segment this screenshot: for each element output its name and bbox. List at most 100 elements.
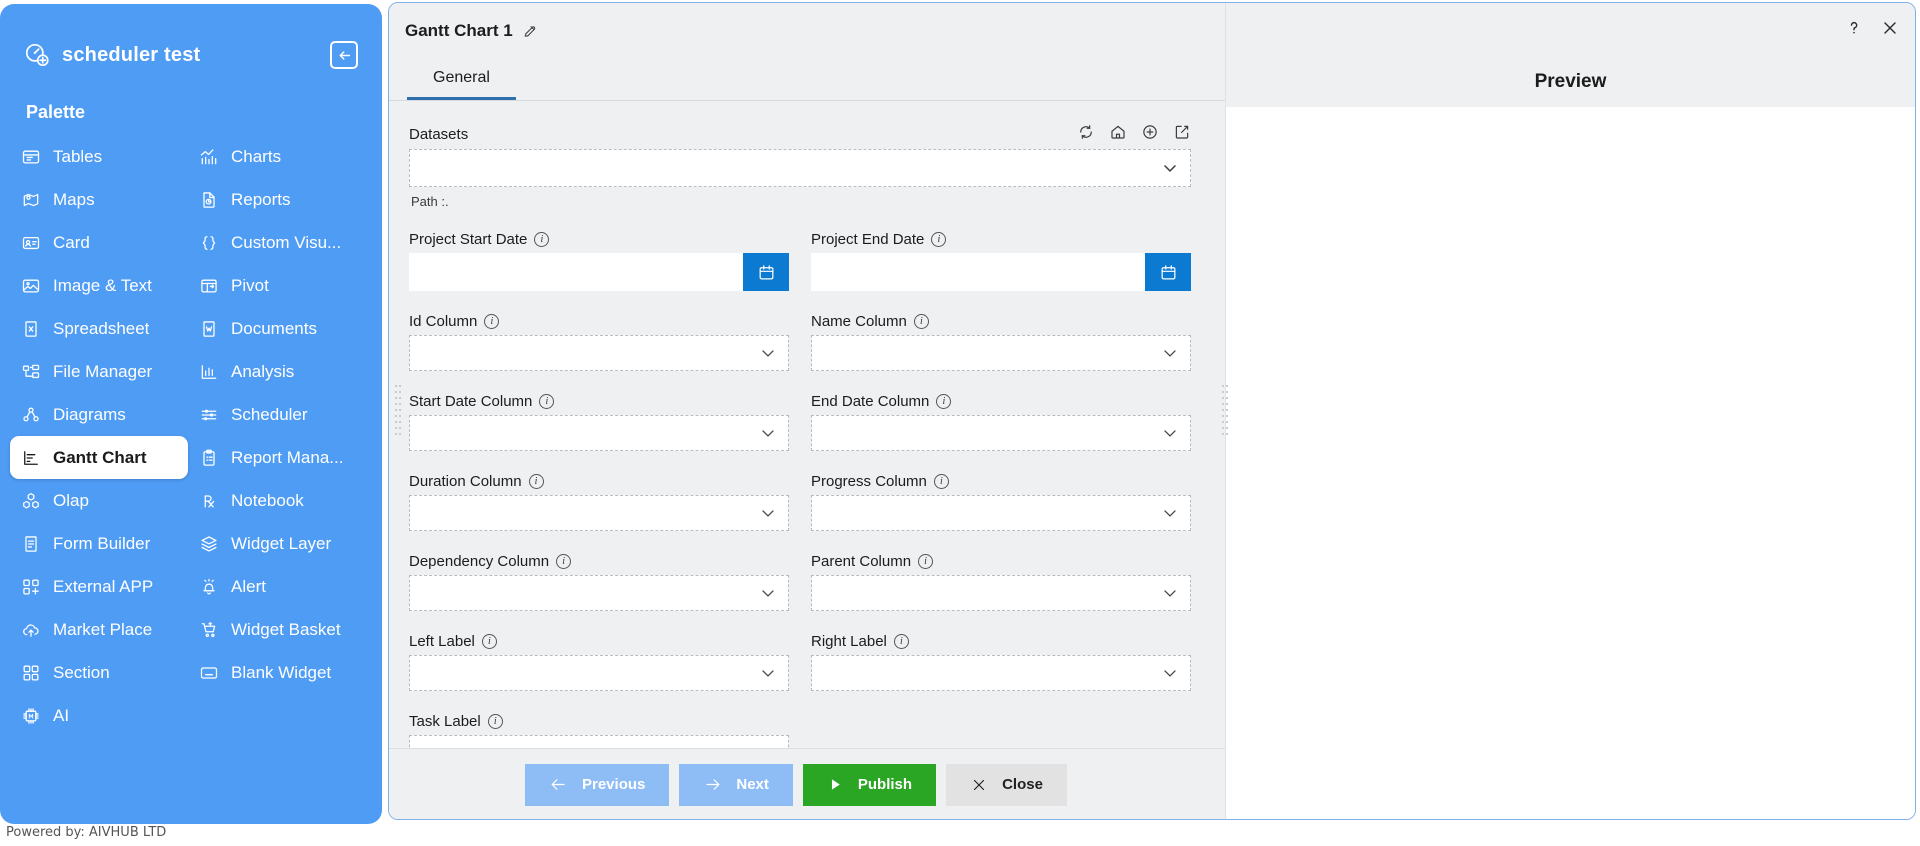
info-icon[interactable]: i [893, 634, 909, 649]
sidebar-item-diagrams[interactable]: Diagrams [10, 393, 188, 436]
end-date-column-select[interactable] [811, 415, 1191, 451]
sidebar-item-form-builder[interactable]: Form Builder [10, 522, 188, 565]
pencil-edit-icon[interactable] [522, 23, 538, 39]
sidebar-item-card[interactable]: Card [10, 221, 188, 264]
cart-icon [198, 619, 220, 641]
sidebar-item-section[interactable]: Section [10, 651, 188, 694]
sidebar-item-charts[interactable]: Charts [188, 135, 372, 178]
sidebar-item-documents[interactable]: Documents [188, 307, 372, 350]
preview-splitter-handle[interactable] [1220, 3, 1229, 819]
sidebar-item-reports[interactable]: Reports [188, 178, 372, 221]
sidebar-item-external-app[interactable]: External APP [10, 565, 188, 608]
sidebar-item-market-place[interactable]: Market Place [10, 608, 188, 651]
sidebar-item-blank-widget[interactable]: Blank Widget [188, 651, 372, 694]
start-date-column-select[interactable] [409, 415, 789, 451]
project-start-date-input[interactable] [409, 253, 743, 291]
grid-squares-icon [20, 662, 42, 684]
sidebar-item-pivot[interactable]: Pivot [188, 264, 372, 307]
close-button-label: Close [1002, 776, 1043, 794]
preview-canvas[interactable] [1226, 107, 1915, 819]
form-scroll-area: Datasets Path:. Project Start Date i Pr… [389, 101, 1227, 748]
sidebar-item-olap[interactable]: Olap [10, 479, 188, 522]
sidebar-item-label: Charts [231, 146, 282, 166]
sidebar-item-maps[interactable]: Maps [10, 178, 188, 221]
info-icon[interactable]: i [913, 314, 929, 329]
sidebar-item-report-mana[interactable]: Report Mana... [188, 436, 372, 479]
publish-button[interactable]: Publish [802, 763, 937, 806]
sidebar-item-file-manager[interactable]: File Manager [10, 350, 188, 393]
info-icon[interactable]: i [936, 394, 952, 409]
sidebar-item-tables[interactable]: Tables [10, 135, 188, 178]
previous-button[interactable]: Previous [525, 763, 670, 806]
app-title: scheduler test [62, 43, 201, 66]
edit-square-icon[interactable] [1173, 123, 1191, 141]
id-column-label: Id Column i [409, 313, 789, 330]
duration-column-select[interactable] [409, 495, 789, 531]
info-icon[interactable]: i [556, 554, 572, 569]
info-icon[interactable]: i [539, 394, 555, 409]
info-icon[interactable]: i [534, 232, 550, 247]
home-icon[interactable] [1109, 123, 1127, 141]
datasets-select[interactable] [409, 149, 1191, 187]
cubes-icon [20, 490, 42, 512]
task-label-select[interactable] [409, 735, 789, 748]
sidebar-item-notebook[interactable]: Notebook [188, 479, 372, 522]
field-name-column: Name Column i [811, 313, 1191, 371]
field-right-label: Right Label i [811, 633, 1191, 691]
chevron-down-icon [758, 743, 780, 748]
id-card-icon [20, 232, 42, 254]
progress-column-select[interactable] [811, 495, 1191, 531]
sidebar-item-label: AI [53, 705, 70, 725]
info-icon[interactable]: i [931, 232, 947, 247]
sidebar-item-image-text[interactable]: Image & Text [10, 264, 188, 307]
sidebar-item-widget-basket[interactable]: Widget Basket [188, 608, 372, 651]
left-splitter-handle[interactable] [393, 3, 402, 819]
chevron-down-icon [1160, 343, 1182, 363]
project-end-date-input[interactable] [811, 253, 1145, 291]
sidebar-item-scheduler[interactable]: Scheduler [188, 393, 372, 436]
calendar-icon[interactable] [743, 253, 789, 291]
dependency-column-select[interactable] [409, 575, 789, 611]
chevron-down-icon [1160, 583, 1182, 603]
parent-column-label: Parent Column i [811, 553, 1191, 570]
left-label-label-text: Left Label [409, 633, 475, 650]
app-root: scheduler test Palette Tables Charts Maps R… [0, 0, 1920, 846]
plus-circle-icon[interactable] [1141, 123, 1159, 141]
sidebar-item-label: Image & Text [53, 275, 152, 295]
dialog-tabs: General [389, 51, 1227, 101]
close-x-icon[interactable] [1879, 17, 1901, 39]
right-label-select[interactable] [811, 655, 1191, 691]
sidebar-item-gantt-chart[interactable]: Gantt Chart [10, 436, 188, 479]
sidebar-item-ai[interactable]: AI [10, 694, 372, 737]
field-row: Project Start Date i Project End Date i [409, 231, 1191, 291]
info-icon[interactable]: i [918, 554, 934, 569]
sidebar-item-alert[interactable]: Alert [188, 565, 372, 608]
close-button[interactable]: Close [946, 763, 1067, 806]
sidebar-item-label: Analysis [231, 361, 295, 381]
info-icon[interactable]: i [484, 314, 500, 329]
sidebar-item-analysis[interactable]: Analysis [188, 350, 372, 393]
question-mark-icon[interactable] [1843, 17, 1865, 39]
refresh-icon[interactable] [1077, 123, 1095, 141]
parent-column-select[interactable] [811, 575, 1191, 611]
sidebar-item-label: Custom Visu... [231, 232, 342, 252]
id-column-select[interactable] [409, 335, 789, 371]
tab-general[interactable]: General [407, 63, 516, 100]
calendar-icon[interactable] [1145, 253, 1191, 291]
folder-tree-icon [20, 361, 42, 383]
arrow-left-box-icon[interactable] [330, 41, 358, 69]
sidebar-item-custom-visu[interactable]: Custom Visu... [188, 221, 372, 264]
name-column-select[interactable] [811, 335, 1191, 371]
info-icon[interactable]: i [481, 634, 497, 649]
info-icon[interactable]: i [487, 714, 503, 729]
field-project-start-date: Project Start Date i [409, 231, 789, 291]
left-label-select[interactable] [409, 655, 789, 691]
duration-column-label-text: Duration Column [409, 473, 522, 490]
sidebar-item-widget-layer[interactable]: Widget Layer [188, 522, 372, 565]
next-button[interactable]: Next [679, 763, 793, 806]
field-project-end-date: Project End Date i [811, 231, 1191, 291]
info-icon[interactable]: i [933, 474, 949, 489]
info-icon[interactable]: i [528, 474, 544, 489]
sidebar-item-spreadsheet[interactable]: Spreadsheet [10, 307, 188, 350]
chevron-down-icon [758, 423, 780, 443]
